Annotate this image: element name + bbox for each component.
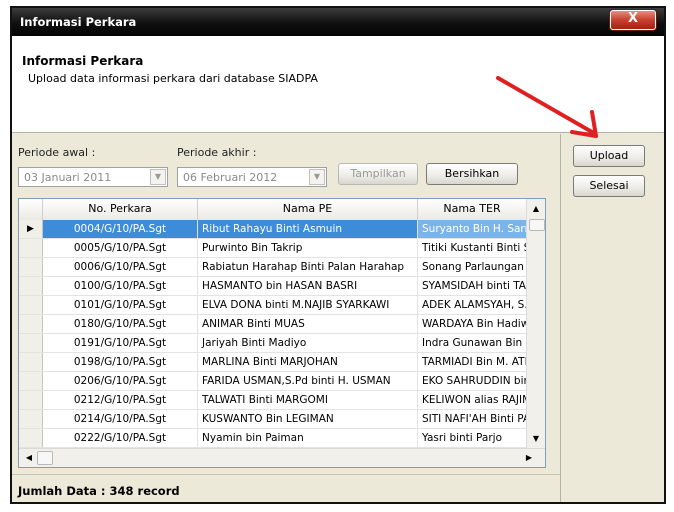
- cell-nama-pe[interactable]: HASMANTO bin HASAN BASRI: [198, 277, 418, 295]
- column-header-nama-pe[interactable]: Nama PE: [198, 199, 418, 220]
- scroll-left-icon[interactable]: ◀: [21, 449, 37, 467]
- dialog-window: Informasi Perkara X Informasi Perkara Up…: [10, 6, 666, 504]
- cell-nama-pe[interactable]: Jariyah Binti Madiyo: [198, 334, 418, 352]
- cell-nama-pe[interactable]: ELVA DONA binti M.NAJIB SYARKAWI: [198, 296, 418, 314]
- periode-awal-value: 03 Januari 2011: [24, 171, 112, 184]
- table-row[interactable]: 0206/G/10/PA.Sgt FARIDA USMAN,S.Pd binti …: [19, 372, 527, 391]
- row-selector[interactable]: [19, 410, 43, 428]
- row-selector[interactable]: [19, 277, 43, 295]
- scroll-right-icon[interactable]: ▶: [521, 449, 537, 467]
- cell-nama-ter[interactable]: SITI NAFI'AH Binti PAIM: [418, 410, 527, 428]
- scroll-down-icon[interactable]: ▼: [527, 431, 545, 447]
- cell-nama-ter[interactable]: Suryanto Bin H. Sarmin: [418, 220, 527, 238]
- table-row[interactable]: 0212/G/10/PA.Sgt TALWATI Binti MARGOMI KEL…: [19, 391, 527, 410]
- cell-no-perkara[interactable]: 0206/G/10/PA.Sgt: [43, 372, 198, 390]
- bersihkan-button[interactable]: Bersihkan: [426, 163, 518, 185]
- cell-nama-pe[interactable]: Nyamin bin Paiman: [198, 429, 418, 447]
- cell-nama-pe[interactable]: MARLINA Binti MARJOHAN: [198, 353, 418, 371]
- cell-no-perkara[interactable]: 0006/G/10/PA.Sgt: [43, 258, 198, 276]
- cell-no-perkara[interactable]: 0005/G/10/PA.Sgt: [43, 239, 198, 257]
- column-header-nama-ter[interactable]: Nama TER: [418, 199, 527, 220]
- hscroll-thumb[interactable]: [37, 451, 53, 465]
- data-grid[interactable]: No. Perkara Nama PE Nama TER ▶ 0004/G/10/…: [18, 198, 546, 468]
- row-selector[interactable]: [19, 334, 43, 352]
- tampilkan-button[interactable]: Tampilkan: [338, 163, 418, 185]
- table-row[interactable]: 0100/G/10/PA.Sgt HASMANTO bin HASAN BASRI…: [19, 277, 527, 296]
- header-subtitle: Upload data informasi perkara dari datab…: [28, 72, 318, 85]
- periode-akhir-label: Periode akhir :: [177, 146, 257, 159]
- cell-no-perkara[interactable]: 0222/G/10/PA.Sgt: [43, 429, 198, 447]
- cell-nama-ter[interactable]: ADEK ALAMSYAH, S.Pt.: [418, 296, 527, 314]
- table-row[interactable]: 0101/G/10/PA.Sgt ELVA DONA binti M.NAJIB …: [19, 296, 527, 315]
- current-row-indicator-icon[interactable]: ▶: [19, 220, 43, 238]
- cell-nama-ter[interactable]: Sonang Parlaungan Bin: [418, 258, 527, 276]
- record-count: Jumlah Data : 348 record: [18, 484, 180, 498]
- table-row[interactable]: 0005/G/10/PA.Sgt Purwinto Bin Takrip Titik…: [19, 239, 527, 258]
- table-row[interactable]: 0222/G/10/PA.Sgt Nyamin bin Paiman Yasri b…: [19, 429, 527, 448]
- cell-nama-pe[interactable]: Rabiatun Harahap Binti Palan Harahap: [198, 258, 418, 276]
- cell-nama-ter[interactable]: Titiki Kustanti Binti Suwa: [418, 239, 527, 257]
- row-selector-header: [19, 199, 43, 220]
- cell-no-perkara[interactable]: 0214/G/10/PA.Sgt: [43, 410, 198, 428]
- cell-no-perkara[interactable]: 0100/G/10/PA.Sgt: [43, 277, 198, 295]
- table-row[interactable]: 0214/G/10/PA.Sgt KUSWANTO Bin LEGIMAN SITI…: [19, 410, 527, 429]
- row-selector[interactable]: [19, 429, 43, 447]
- cell-nama-ter[interactable]: SYAMSIDAH binti TAFIA: [418, 277, 527, 295]
- table-row[interactable]: 0198/G/10/PA.Sgt MARLINA Binti MARJOHAN TA…: [19, 353, 527, 372]
- periode-awal-select[interactable]: 03 Januari 2011 ▼: [18, 167, 168, 187]
- grid-header: No. Perkara Nama PE Nama TER: [19, 199, 527, 221]
- cell-nama-ter[interactable]: KELIWON alias RAJIMAI: [418, 391, 527, 409]
- header-panel: Informasi Perkara Upload data informasi …: [12, 36, 664, 138]
- chevron-down-icon[interactable]: ▼: [150, 169, 166, 185]
- cell-nama-pe[interactable]: TALWATI Binti MARGOMI: [198, 391, 418, 409]
- cell-nama-ter[interactable]: TARMIADI Bin M. ATIN: [418, 353, 527, 371]
- cell-no-perkara[interactable]: 0101/G/10/PA.Sgt: [43, 296, 198, 314]
- footer-divider: [12, 474, 560, 475]
- cell-nama-pe[interactable]: KUSWANTO Bin LEGIMAN: [198, 410, 418, 428]
- table-row[interactable]: 0006/G/10/PA.Sgt Rabiatun Harahap Binti P…: [19, 258, 527, 277]
- upload-button[interactable]: Upload: [573, 145, 645, 167]
- close-icon: X: [627, 11, 639, 26]
- cell-no-perkara[interactable]: 0004/G/10/PA.Sgt: [43, 220, 198, 238]
- scroll-thumb[interactable]: [529, 219, 545, 231]
- row-selector[interactable]: [19, 239, 43, 257]
- periode-akhir-value: 06 Februari 2012: [183, 171, 278, 184]
- cell-no-perkara[interactable]: 0180/G/10/PA.Sgt: [43, 315, 198, 333]
- selesai-button[interactable]: Selesai: [573, 175, 645, 197]
- column-header-no-perkara[interactable]: No. Perkara: [43, 199, 198, 220]
- cell-no-perkara[interactable]: 0191/G/10/PA.Sgt: [43, 334, 198, 352]
- cell-nama-pe[interactable]: Purwinto Bin Takrip: [198, 239, 418, 257]
- cell-nama-ter[interactable]: WARDAYA Bin Hadiwiry: [418, 315, 527, 333]
- cell-nama-pe[interactable]: FARIDA USMAN,S.Pd binti H. USMAN: [198, 372, 418, 390]
- row-selector[interactable]: [19, 353, 43, 371]
- row-selector[interactable]: [19, 372, 43, 390]
- periode-akhir-select[interactable]: 06 Februari 2012 ▼: [177, 167, 327, 187]
- cell-no-perkara[interactable]: 0212/G/10/PA.Sgt: [43, 391, 198, 409]
- window-title: Informasi Perkara: [20, 15, 137, 29]
- row-selector[interactable]: [19, 315, 43, 333]
- cell-nama-ter[interactable]: EKO SAHRUDDIN bin an: [418, 372, 527, 390]
- grid-rows: ▶ 0004/G/10/PA.Sgt Ribut Rahayu Binti Asmu…: [19, 220, 527, 448]
- vertical-scrollbar[interactable]: ▲ ▼: [526, 199, 545, 449]
- row-selector[interactable]: [19, 258, 43, 276]
- main-content: Periode awal : Periode akhir : 03 Januar…: [12, 134, 561, 502]
- chevron-down-icon[interactable]: ▼: [309, 169, 325, 185]
- cell-nama-ter[interactable]: Indra Gunawan Bin Rud: [418, 334, 527, 352]
- cell-no-perkara[interactable]: 0198/G/10/PA.Sgt: [43, 353, 198, 371]
- cell-nama-pe[interactable]: Ribut Rahayu Binti Asmuin: [198, 220, 418, 238]
- periode-awal-label: Periode awal :: [18, 146, 96, 159]
- table-row[interactable]: ▶ 0004/G/10/PA.Sgt Ribut Rahayu Binti Asmu…: [19, 220, 527, 239]
- scroll-up-icon[interactable]: ▲: [527, 201, 545, 217]
- cell-nama-pe[interactable]: ANIMAR Binti MUAS: [198, 315, 418, 333]
- horizontal-scrollbar[interactable]: ◀ ▶: [19, 448, 545, 467]
- title-bar[interactable]: Informasi Perkara X: [12, 8, 664, 36]
- close-button[interactable]: X: [610, 10, 656, 30]
- row-selector[interactable]: [19, 296, 43, 314]
- cell-nama-ter[interactable]: Yasri binti Parjo: [418, 429, 527, 447]
- row-selector[interactable]: [19, 391, 43, 409]
- header-title: Informasi Perkara: [22, 54, 144, 68]
- table-row[interactable]: 0180/G/10/PA.Sgt ANIMAR Binti MUAS WARDAYA…: [19, 315, 527, 334]
- table-row[interactable]: 0191/G/10/PA.Sgt Jariyah Binti Madiyo Indr…: [19, 334, 527, 353]
